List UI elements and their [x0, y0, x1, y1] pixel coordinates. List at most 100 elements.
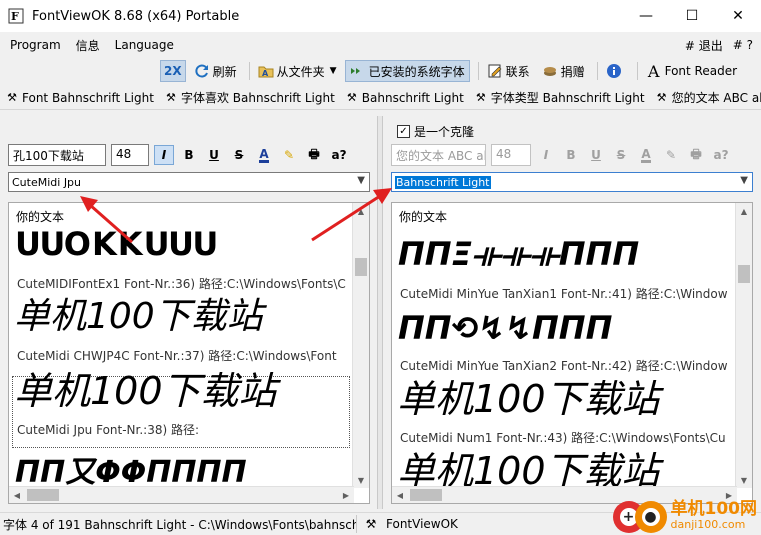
font-help-button[interactable]: a?: [711, 145, 731, 165]
menu-help[interactable]: # ?: [733, 38, 753, 52]
strikethrough-button[interactable]: S: [229, 145, 249, 165]
scroll-up-icon[interactable]: ▲: [736, 203, 752, 219]
scroll-left-icon[interactable]: ◀: [392, 487, 408, 503]
info-button[interactable]: [602, 60, 629, 82]
tool-icon: ⚒: [365, 517, 377, 531]
bold-button[interactable]: B: [179, 145, 199, 165]
tool-icon: ⚒: [166, 91, 176, 104]
strikethrough-button[interactable]: S: [611, 145, 631, 165]
font-select[interactable]: CuteMidi Jpu ▼: [8, 172, 370, 192]
clone-checkbox[interactable]: ✓: [397, 125, 410, 138]
print-button[interactable]: 🖶: [686, 145, 706, 165]
text-color-button[interactable]: A: [254, 145, 274, 165]
print-button[interactable]: 🖶: [304, 145, 324, 165]
font-sample: ΠΠ⟲↯↯ΠΠΠ: [398, 309, 613, 347]
title-bar: F FontViewOK 8.68 (x64) Portable — ☐ ✕: [0, 0, 761, 32]
window-title: FontViewOK 8.68 (x64) Portable: [32, 8, 240, 24]
font-sample: 单机100下载站: [14, 369, 277, 413]
scroll-thumb[interactable]: [738, 265, 750, 283]
scroll-down-icon[interactable]: ▼: [736, 472, 752, 488]
contact-button[interactable]: 联系: [483, 60, 534, 82]
font-preview-list[interactable]: 你的文本 ՍՍOKKՍՍՍ CuteMIDIFontEx1 Font-Nr.:3…: [8, 202, 370, 504]
font-entry-info: CuteMidi MinYue TanXian1 Font-Nr.:41) 路径…: [400, 287, 728, 301]
vertical-scrollbar[interactable]: ▲ ▼: [352, 203, 369, 488]
menu-program[interactable]: Program: [5, 38, 66, 52]
pane-splitter[interactable]: [377, 116, 383, 509]
svg-text:F: F: [11, 10, 19, 23]
folder-font-icon: A: [258, 63, 274, 79]
font-tab[interactable]: ⚒ Bahnschrift Light: [340, 86, 469, 109]
size-input[interactable]: 48: [491, 144, 531, 166]
menu-language[interactable]: Language: [110, 38, 179, 52]
vertical-scrollbar[interactable]: ▲ ▼: [735, 203, 752, 488]
font-select[interactable]: Bahnschrift Light ▼: [391, 172, 753, 192]
scroll-thumb[interactable]: [355, 258, 367, 276]
svg-text:A: A: [262, 69, 269, 78]
toolbar-separator: [596, 62, 598, 80]
text-color-button[interactable]: A: [636, 145, 656, 165]
zoom-2x-button[interactable]: 2X: [160, 60, 186, 82]
font-entry-info: CuteMidi MinYue TanXian2 Font-Nr.:42) 路径…: [400, 359, 728, 373]
from-folder-button[interactable]: A 从文件夹 ▼: [254, 60, 341, 82]
font-preview-list[interactable]: 你的文本 ΠΠΞ⟛⟛⟛ΠΠΠ CuteMidi MinYue TanXian1 …: [391, 202, 753, 504]
installed-fonts-button[interactable]: 已安装的系统字体: [344, 60, 470, 82]
menu-info[interactable]: 信息: [71, 37, 105, 54]
highlight-button[interactable]: ✎: [279, 145, 299, 165]
installed-fonts-label: 已安装的系统字体: [368, 64, 465, 79]
zoom-2x-label: 2X: [164, 64, 182, 78]
underline-button[interactable]: U: [204, 145, 224, 165]
italic-button[interactable]: I: [536, 145, 556, 165]
font-reader-button[interactable]: A Font Reader: [642, 60, 741, 82]
left-controls: 孔100下载站 48 I B U S A ✎ 🖶 a?: [8, 144, 349, 166]
app-icon: F: [8, 8, 24, 24]
watermark-logo: + ●: [612, 501, 667, 533]
scroll-left-icon[interactable]: ◀: [9, 487, 25, 503]
tool-icon: ⚒: [475, 91, 486, 104]
font-help-button[interactable]: a?: [329, 145, 349, 165]
italic-button[interactable]: I: [154, 145, 174, 165]
bold-button[interactable]: B: [561, 145, 581, 165]
toolbar: 2X 刷新 A 从文件夹 ▼ 已安装的系统字体 联系 捐赠 A Font Rea…: [0, 58, 761, 84]
menu-bar: Program 信息 Language # 退出 # ?: [0, 34, 761, 56]
scroll-right-icon[interactable]: ▶: [338, 487, 354, 503]
scroll-up-icon[interactable]: ▲: [353, 203, 369, 219]
font-tab[interactable]: ⚒ 字体类型 Bahnschrift Light: [469, 86, 650, 109]
font-sample: ՍՍOKKՍՍՍ: [15, 225, 217, 263]
status-app-name: FontViewOK: [386, 517, 458, 531]
status-text: 字体 4 of 191 Bahnschrift Light - C:\Windo…: [3, 517, 356, 532]
dropdown-arrow-icon: ▼: [329, 66, 337, 76]
from-folder-label: 从文件夹: [276, 64, 325, 79]
font-tab-label: 字体类型 Bahnschrift Light: [490, 91, 645, 105]
close-button[interactable]: ✕: [715, 0, 761, 32]
font-tab[interactable]: ⚒ Font Bahnschrift Light: [0, 86, 159, 109]
refresh-button[interactable]: 刷新: [190, 60, 241, 82]
horizontal-scrollbar[interactable]: ◀ ▶: [9, 486, 354, 503]
font-entry-info: CuteMIDIFontEx1 Font-Nr.:36) 路径:C:\Windo…: [17, 277, 346, 291]
scroll-down-icon[interactable]: ▼: [353, 472, 369, 488]
chevron-down-icon: ▼: [740, 175, 748, 186]
text-color-icon: A: [259, 146, 269, 163]
scroll-thumb[interactable]: [27, 489, 59, 501]
donate-button[interactable]: 捐赠: [538, 60, 589, 82]
size-input[interactable]: 48: [111, 144, 149, 166]
toolbar-separator: [636, 62, 638, 80]
text-input[interactable]: 您的文本 ABC abc: [391, 144, 486, 166]
highlight-button[interactable]: ✎: [661, 145, 681, 165]
underline-button[interactable]: U: [586, 145, 606, 165]
font-sample: 单机100下载站: [397, 449, 660, 493]
maximize-button[interactable]: ☐: [669, 0, 715, 32]
menu-exit[interactable]: # 退出: [685, 37, 723, 54]
clone-label: 是一个克隆: [414, 125, 475, 139]
font-tab[interactable]: ⚒ 字体喜欢 Bahnschrift Light: [159, 86, 340, 109]
left-pane: 孔100下载站 48 I B U S A ✎ 🖶 a? CuteMidi Jpu…: [4, 116, 374, 509]
right-pane: ✓ 是一个克隆 您的文本 ABC abc 48 I B U S A ✎ 🖶 a?…: [387, 116, 757, 509]
text-color-icon: A: [641, 146, 651, 163]
tool-icon: ⚒: [7, 91, 17, 104]
text-input[interactable]: 孔100下载站: [8, 144, 106, 166]
minimize-button[interactable]: —: [623, 0, 669, 32]
contact-icon: [487, 63, 503, 79]
font-tab[interactable]: ⚒ 您的文本 ABC ab: [650, 86, 761, 109]
clone-checkbox-row[interactable]: ✓ 是一个克隆: [397, 123, 474, 140]
scroll-thumb[interactable]: [410, 489, 442, 501]
toolbar-separator: [248, 62, 250, 80]
